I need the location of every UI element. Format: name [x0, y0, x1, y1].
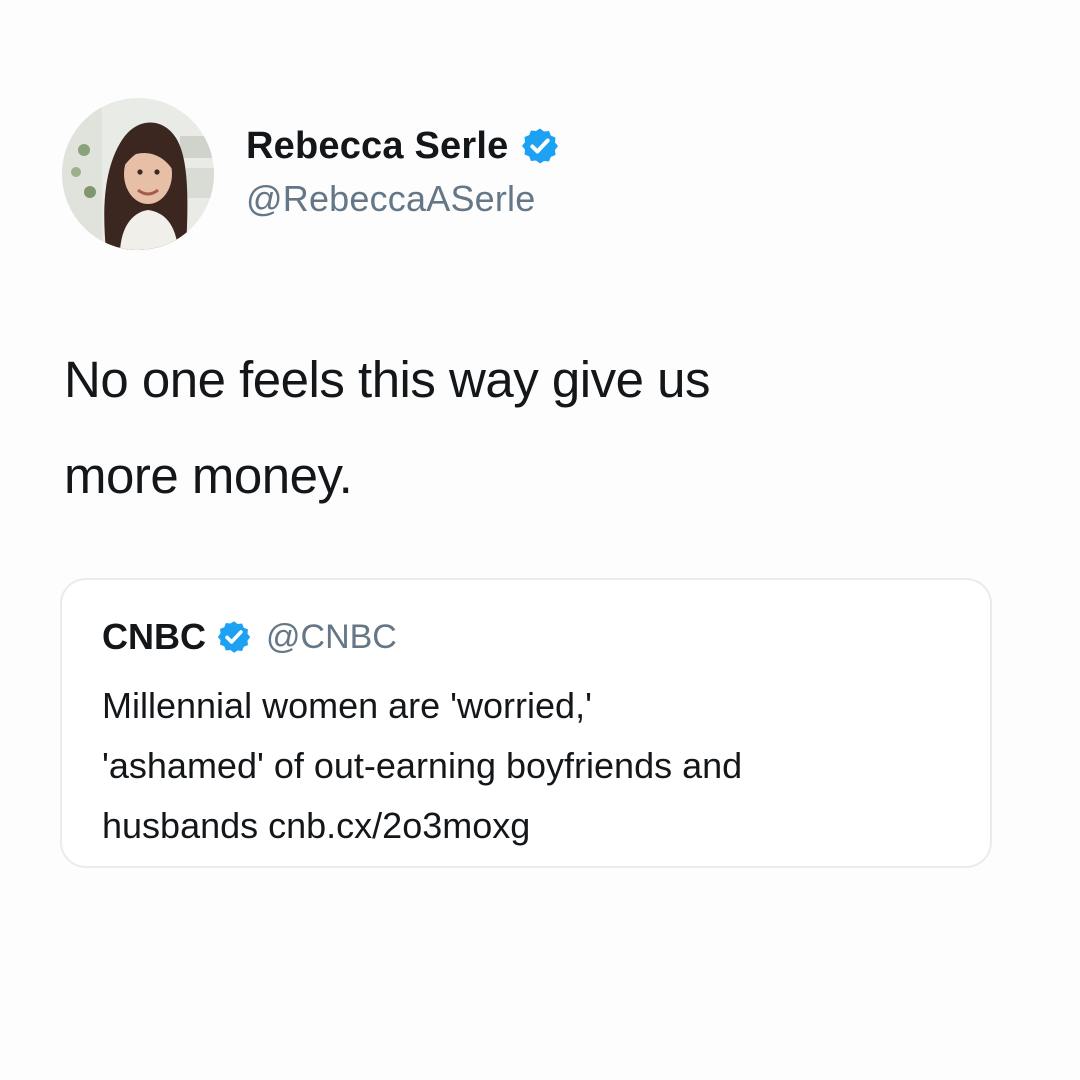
author-row: Rebecca Serle — [246, 122, 560, 170]
avatar[interactable] — [62, 98, 214, 250]
tweet-text: No one feels this way give us more money… — [64, 332, 964, 524]
quoted-display-name: CNBC — [102, 616, 206, 657]
quoted-tweet-text: Millennial women are 'worried,' 'ashamed… — [102, 676, 962, 856]
tweet-text-line: No one feels this way give us — [64, 351, 711, 408]
quoted-tweet-card[interactable]: CNBC @CNBC Millennial women are 'worried… — [60, 578, 992, 868]
quoted-text-line: Millennial women are 'worried,' — [102, 685, 592, 726]
quoted-text-line: husbands cnb.cx/2o3moxg — [102, 805, 531, 846]
quoted-text-line: 'ashamed' of out-earning boyfriends and — [102, 745, 743, 786]
verified-badge-icon — [216, 619, 252, 655]
tweet: Rebecca Serle @RebeccaASerle No one feel… — [0, 0, 1080, 1080]
tweet-text-line: more money. — [64, 447, 353, 504]
display-name[interactable]: Rebecca Serle — [246, 125, 508, 168]
verified-badge-icon — [520, 126, 560, 166]
quoted-handle: @CNBC — [266, 617, 397, 656]
handle[interactable]: @RebeccaASerle — [246, 178, 535, 220]
quoted-author-row: CNBC @CNBC — [102, 612, 397, 662]
